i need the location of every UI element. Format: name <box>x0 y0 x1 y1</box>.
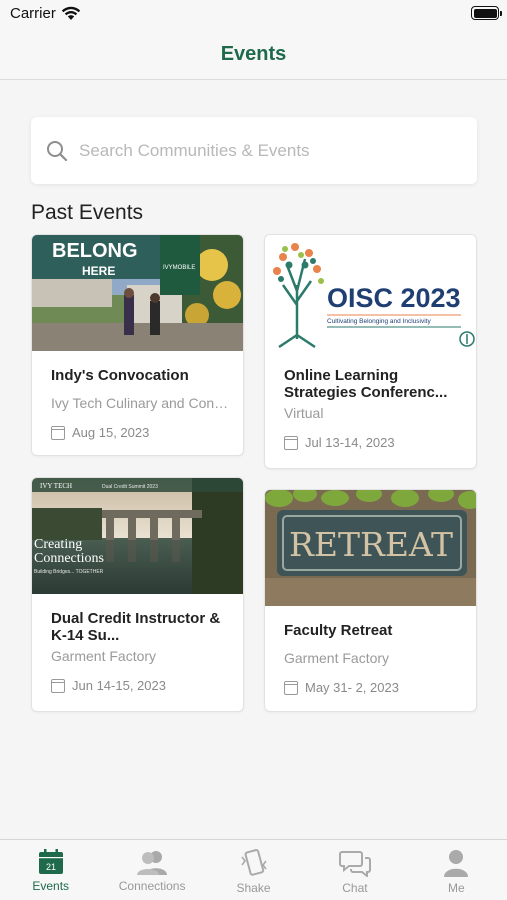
calendar-icon <box>284 680 298 695</box>
image-tagline: Building Bridges... TOGETHER <box>34 569 104 575</box>
logo-tagline: Cultivating Belonging and Inclusivity <box>327 318 431 325</box>
shake-phone-icon <box>240 849 267 876</box>
banner-text: BELONG <box>52 240 138 262</box>
event-location: Garment Factory <box>284 650 390 666</box>
calendar-badge: 21 <box>46 862 56 872</box>
event-image: RETREAT <box>265 490 476 606</box>
event-date-text: May 31- 2, 2023 <box>305 680 399 695</box>
event-banner-text: Dual Credit Summit 2023 <box>102 484 158 490</box>
event-title: Faculty Retreat <box>284 622 393 639</box>
event-card[interactable]: RETREAT Faculty Retreat Garment Factory … <box>264 489 477 712</box>
event-title: Dual Credit Instructor & K-14 Su... <box>51 610 221 644</box>
page-title: Events <box>220 43 287 65</box>
tab-label: Me <box>447 881 465 895</box>
section-title: Past Events <box>31 201 144 224</box>
banner-text: HERE <box>82 264 115 278</box>
tab-shake[interactable]: Shake <box>203 840 304 900</box>
calendar-icon: 21 <box>38 849 63 874</box>
sign-text: RETREAT <box>289 525 453 564</box>
tab-connections[interactable]: Connections <box>101 840 202 900</box>
person-icon <box>444 850 469 877</box>
event-title: Indy's Convocation <box>51 367 189 384</box>
event-location: Virtual <box>284 405 324 421</box>
calendar-icon <box>51 425 65 440</box>
tab-events[interactable]: 21 Events <box>0 840 101 900</box>
event-date-text: Jun 14-15, 2023 <box>72 678 166 693</box>
event-date-text: Aug 15, 2023 <box>72 425 150 440</box>
status-bar: Carrier <box>0 0 507 30</box>
tab-label: Connections <box>118 879 186 893</box>
search-input[interactable] <box>79 117 459 184</box>
tab-label: Events <box>32 879 70 893</box>
event-location: Ivy Tech Culinary and Confe... <box>51 395 231 411</box>
tab-chat[interactable]: Chat <box>304 840 405 900</box>
calendar-icon <box>51 678 65 693</box>
event-card[interactable]: IVY TECH Dual Credit Summit 2023 Creatin… <box>31 477 244 712</box>
event-date: Aug 15, 2023 <box>51 425 231 440</box>
carrier-label: Carrier <box>10 5 56 22</box>
navigation-bar: Events <box>0 30 507 80</box>
banner-text: IVYMOBILE <box>163 265 195 271</box>
search-bar[interactable] <box>31 117 477 184</box>
event-image: IVY TECH Dual Credit Summit 2023 Creatin… <box>32 478 243 594</box>
event-location: Garment Factory <box>51 648 157 664</box>
tab-label: Chat <box>342 881 368 895</box>
chat-bubbles-icon <box>338 851 371 877</box>
image-heading: Creating <box>34 537 82 552</box>
brand-text: IVY TECH <box>40 482 72 490</box>
calendar-icon <box>284 435 298 450</box>
battery-icon <box>471 6 502 20</box>
search-icon <box>47 141 68 162</box>
event-date: Jul 13-14, 2023 <box>284 435 464 450</box>
event-image: OISC 2023 Cultivating Belonging and Incl… <box>265 235 476 351</box>
event-card[interactable]: OISC 2023 Cultivating Belonging and Incl… <box>264 234 477 469</box>
tab-label: Shake <box>236 881 271 895</box>
tab-me[interactable]: Me <box>406 840 507 900</box>
people-icon <box>137 851 168 875</box>
event-date-text: Jul 13-14, 2023 <box>305 435 395 450</box>
event-card[interactable]: BELONG HERE IVYMOBILE Indy's Convocation… <box>31 234 244 456</box>
event-date: Jun 14-15, 2023 <box>51 678 231 693</box>
logo-text: OISC 2023 <box>327 283 461 313</box>
event-image: BELONG HERE IVYMOBILE <box>32 235 243 351</box>
event-date: May 31- 2, 2023 <box>284 680 464 695</box>
wifi-icon <box>61 6 81 20</box>
tab-bar: 21 Events Connections Shake Chat Me <box>0 839 507 900</box>
event-title: Online Learning Strategies Conferenc... <box>284 367 448 401</box>
image-heading: Connections <box>34 551 104 566</box>
